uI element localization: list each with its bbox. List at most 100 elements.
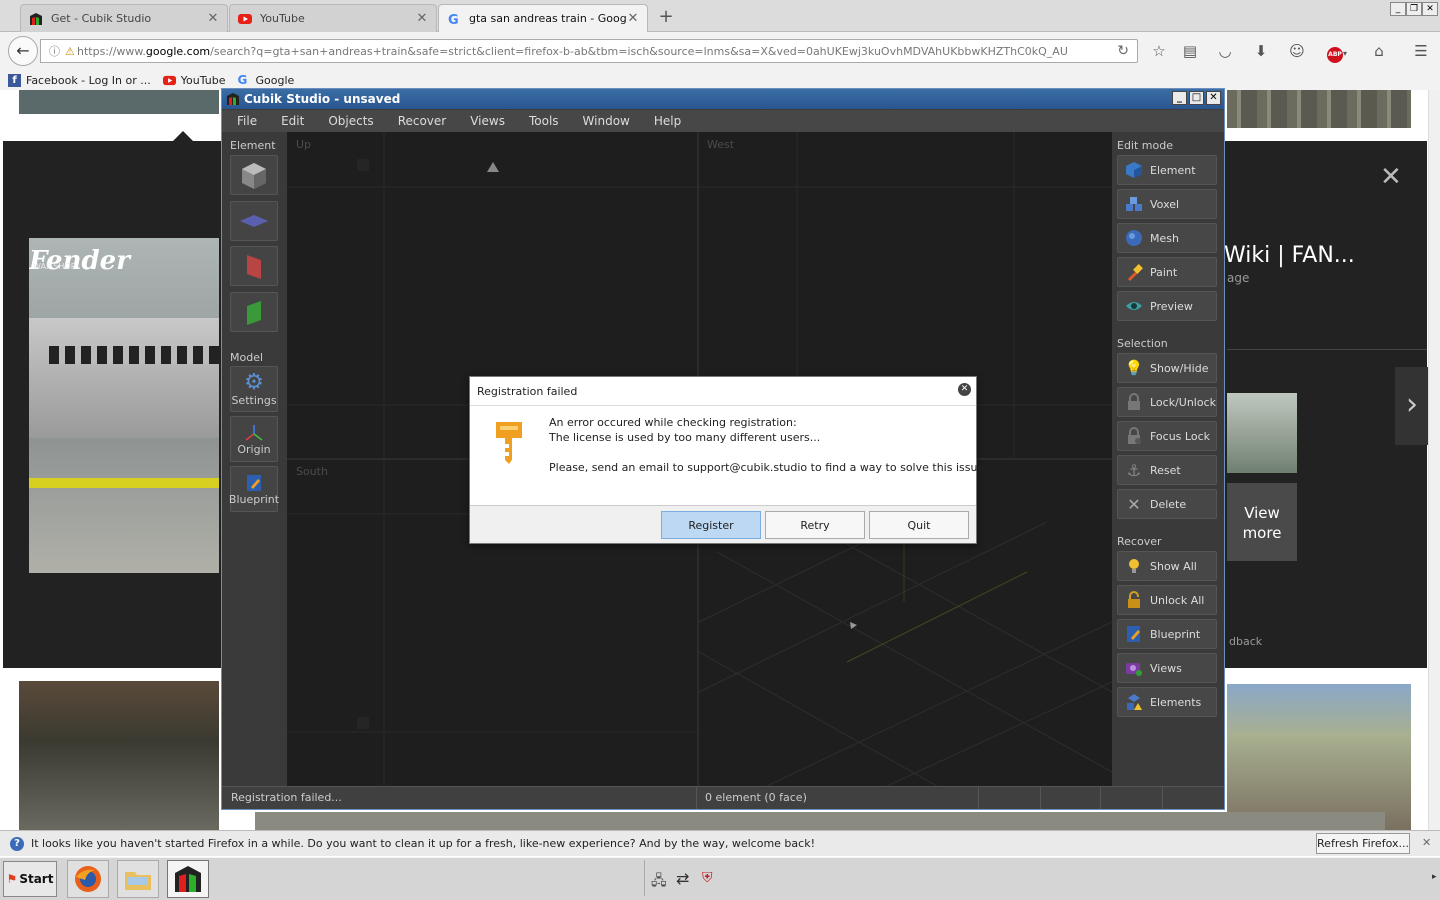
- page-scrollbar[interactable]: [1428, 90, 1440, 830]
- edit-mode-preview-button[interactable]: Preview: [1117, 291, 1217, 321]
- menu-file[interactable]: File: [225, 114, 269, 128]
- pocket-icon[interactable]: ◡: [1216, 42, 1234, 60]
- taskbar-file-explorer[interactable]: [117, 860, 159, 898]
- unlock-all-button[interactable]: Unlock All: [1117, 585, 1217, 615]
- reload-icon[interactable]: ↻: [1117, 43, 1129, 59]
- settings-button[interactable]: ⚙ Settings: [230, 366, 278, 412]
- tab-label: gta san andreas train - Googl...: [469, 12, 627, 25]
- edit-mode-mesh-button[interactable]: Mesh: [1117, 223, 1217, 253]
- recover-elements-button[interactable]: Elements: [1117, 687, 1217, 717]
- edit-mode-voxel-button[interactable]: Voxel: [1117, 189, 1217, 219]
- recover-blueprint-button[interactable]: Blueprint: [1117, 619, 1217, 649]
- minimize-button[interactable]: _: [1390, 2, 1406, 16]
- taskbar-cubik-studio[interactable]: [167, 860, 209, 898]
- chat-icon[interactable]: ☺: [1288, 42, 1306, 60]
- menu-help[interactable]: Help: [642, 114, 693, 128]
- window-titlebar[interactable]: Cubik Studio - unsaved _ □ ✕: [222, 89, 1224, 109]
- taskbar-firefox[interactable]: [67, 860, 109, 898]
- blueprint-button[interactable]: Blueprint: [229, 466, 279, 512]
- close-tab-icon[interactable]: ✕: [207, 11, 219, 26]
- image-thumbnail[interactable]: [1227, 684, 1411, 830]
- bookmark-facebook[interactable]: f Facebook - Log In or ...: [8, 73, 151, 87]
- add-red-face-button[interactable]: [230, 246, 278, 286]
- close-window-button[interactable]: ✕: [1422, 2, 1438, 16]
- image-thumbnail[interactable]: [19, 90, 219, 114]
- usb-tray-icon[interactable]: ⇄: [676, 869, 689, 888]
- refresh-firefox-button[interactable]: Refresh Firefox...: [1316, 833, 1410, 854]
- left-toolbar: Element Model ⚙ Settings Origin Blueprin…: [222, 132, 287, 786]
- menu-tools[interactable]: Tools: [517, 114, 571, 128]
- bookmark-youtube[interactable]: YouTube: [162, 74, 225, 87]
- show-desktop-arrow-icon[interactable]: ▸: [1432, 872, 1437, 882]
- retry-button[interactable]: Retry: [765, 511, 865, 539]
- train-shape: [29, 318, 219, 438]
- close-button[interactable]: ✕: [1206, 91, 1221, 105]
- menu-objects[interactable]: Objects: [316, 114, 385, 128]
- tab-youtube[interactable]: YouTube ✕: [229, 4, 437, 32]
- related-image-thumbnail[interactable]: [1227, 393, 1297, 473]
- menu-views[interactable]: Views: [458, 114, 517, 128]
- add-cube-button[interactable]: [230, 155, 278, 195]
- reset-button[interactable]: ⚓ Reset: [1117, 455, 1217, 485]
- lock-warning-icon[interactable]: ⚠: [65, 45, 75, 58]
- menu-window[interactable]: Window: [571, 114, 642, 128]
- next-image-button[interactable]: ›: [1395, 367, 1429, 445]
- image-thumbnail[interactable]: [1227, 90, 1411, 128]
- download-icon[interactable]: ⬇: [1252, 42, 1270, 60]
- maximize-button[interactable]: □: [1189, 91, 1204, 105]
- star-icon[interactable]: ☆: [1150, 42, 1168, 60]
- cube-icon: [242, 163, 266, 189]
- lightbulb-icon: 💡: [1124, 359, 1144, 377]
- menu-icon[interactable]: ☰: [1412, 42, 1430, 60]
- start-button[interactable]: ⚑ Start: [3, 861, 57, 897]
- adblock-icon[interactable]: ABP▾: [1323, 42, 1351, 63]
- paint-brush-icon: [1124, 262, 1144, 282]
- maximize-button[interactable]: ❐: [1406, 2, 1422, 16]
- close-notification-icon[interactable]: ✕: [1422, 836, 1431, 849]
- close-preview-icon[interactable]: ✕: [1380, 162, 1402, 192]
- viewport-label-south: South: [296, 465, 328, 478]
- edit-mode-paint-button[interactable]: Paint: [1117, 257, 1217, 287]
- tray-divider: [644, 860, 645, 896]
- info-icon[interactable]: ⓘ: [49, 43, 60, 59]
- register-button[interactable]: Register: [661, 511, 761, 539]
- add-plane-button[interactable]: [230, 201, 278, 241]
- focus-lock-button[interactable]: Focus Lock: [1117, 421, 1217, 451]
- registration-failed-dialog: Registration failed ✕ An error occured w…: [469, 376, 988, 544]
- recover-views-button[interactable]: Views: [1117, 653, 1217, 683]
- edit-mode-element-button[interactable]: Element: [1117, 155, 1217, 185]
- panel-title[interactable]: Wiki | FAN...: [1224, 243, 1355, 268]
- minimize-button[interactable]: _: [1172, 91, 1187, 105]
- network-tray-icon[interactable]: 🖧: [651, 870, 667, 894]
- back-icon[interactable]: ←: [8, 36, 38, 66]
- menu-edit[interactable]: Edit: [269, 114, 316, 128]
- new-tab-button[interactable]: +: [654, 6, 678, 28]
- close-tab-icon[interactable]: ✕: [416, 11, 428, 26]
- quit-button[interactable]: Quit: [869, 511, 969, 539]
- delete-button[interactable]: ✕ Delete: [1117, 489, 1217, 519]
- cubik-icon: [30, 12, 42, 25]
- lock-unlock-button[interactable]: Lock/Unlock: [1117, 387, 1217, 417]
- delete-x-icon: ✕: [1127, 494, 1141, 514]
- lightbulb-on-icon: [1124, 556, 1144, 576]
- reader-icon[interactable]: ▤: [1181, 42, 1199, 60]
- preview-image[interactable]: Fender WAP SHOP: [29, 238, 219, 573]
- bookmark-label: Facebook - Log In or ...: [26, 73, 151, 87]
- menu-recover[interactable]: Recover: [386, 114, 459, 128]
- tab-google-search[interactable]: G gta san andreas train - Googl... ✕: [438, 4, 648, 32]
- youtube-icon: [162, 75, 176, 85]
- view-more-button[interactable]: View more: [1227, 483, 1297, 561]
- add-green-face-button[interactable]: [230, 292, 278, 332]
- home-icon[interactable]: ⌂: [1370, 42, 1388, 60]
- show-all-button[interactable]: Show All: [1117, 551, 1217, 581]
- bookmark-google[interactable]: G Google: [237, 73, 294, 87]
- url-bar[interactable]: ⓘ ⚠ https://www.google.com/search?q=gta+…: [40, 39, 1138, 63]
- security-alert-tray-icon[interactable]: ⛨: [702, 870, 713, 886]
- origin-button[interactable]: Origin: [230, 416, 278, 462]
- close-tab-icon[interactable]: ✕: [627, 11, 639, 26]
- tab-cubik-studio[interactable]: Get - Cubik Studio ✕: [20, 4, 228, 32]
- feedback-link[interactable]: dback: [1229, 635, 1262, 648]
- close-dialog-icon[interactable]: ✕: [958, 383, 971, 396]
- image-thumbnail[interactable]: [19, 681, 219, 830]
- show-hide-button[interactable]: 💡 Show/Hide: [1117, 353, 1217, 383]
